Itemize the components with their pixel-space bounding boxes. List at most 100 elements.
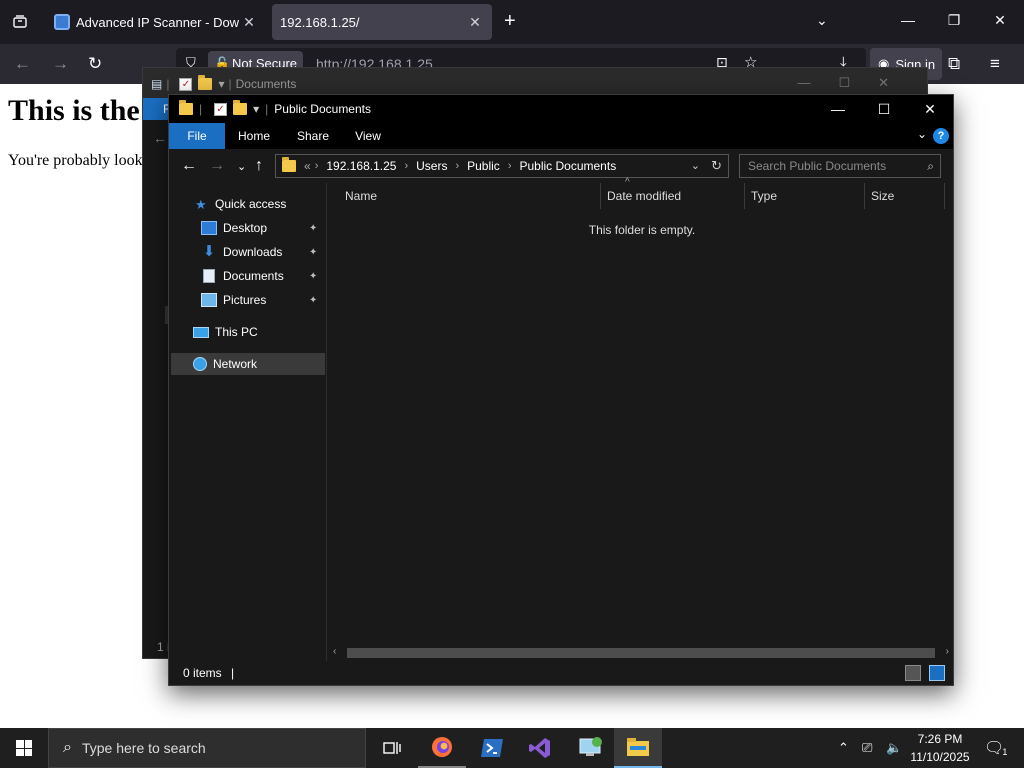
back-icon[interactable]: ← — [14, 54, 31, 74]
nav-label: Documents — [223, 269, 284, 283]
large-icons-view-icon[interactable] — [929, 665, 945, 681]
nav-item-quick-access[interactable]: ★ Quick access — [195, 193, 286, 215]
properties-icon[interactable]: ✓ — [214, 102, 228, 116]
extensions-icon[interactable]: ⧉ — [948, 54, 960, 74]
close-window-icon[interactable]: ✕ — [990, 12, 1010, 29]
browser-tab-active[interactable]: 192.168.1.25/ ✕ — [272, 4, 492, 40]
explorer-window-public-documents[interactable]: | ✓ ▾ | Public Documents — ☐ ✕ File Home… — [168, 94, 954, 686]
up-icon[interactable]: ↑ — [255, 157, 263, 175]
file-explorer-icon[interactable] — [614, 728, 662, 768]
help-icon[interactable]: ? — [933, 128, 949, 144]
network-icon — [193, 357, 207, 371]
nav-label: Desktop — [223, 221, 268, 235]
qa-dropdown-icon[interactable]: ▾ — [253, 102, 259, 116]
expand-ribbon-icon[interactable]: ⌄ — [917, 127, 927, 141]
minimize-icon[interactable]: — — [898, 12, 918, 28]
breadcrumb-public[interactable]: Public — [467, 159, 500, 173]
show-hidden-icons-icon[interactable]: ⌃ — [838, 728, 849, 768]
maximize-icon[interactable]: ☐ — [861, 95, 907, 123]
document-icon — [203, 269, 215, 283]
properties-icon[interactable]: ✓ — [179, 77, 193, 91]
folder-icon — [179, 100, 193, 115]
list-all-tabs-icon[interactable]: ⌄ — [816, 12, 828, 29]
browser-tab-ip-scanner[interactable]: Advanced IP Scanner - Downlo ✕ — [46, 4, 266, 40]
address-row: ← → ⌄ ↑ « › 192.168.1.25 › Users › Publi… — [169, 149, 953, 183]
restore-icon[interactable]: ❐ — [944, 12, 964, 29]
reload-icon[interactable]: ↻ — [88, 54, 102, 74]
column-header-name[interactable]: Name — [339, 183, 601, 209]
page-paragraph: You're probably look — [8, 152, 143, 169]
details-view-icon[interactable] — [905, 665, 921, 681]
window-title: Documents — [235, 77, 297, 91]
nav-item-desktop[interactable]: Desktop ✦ — [201, 217, 327, 239]
column-header-type[interactable]: Type — [745, 183, 865, 209]
taskbar: ⌕ Type here to search ⌃ ⎚ 🔈 7:26 PM 11/1… — [0, 728, 1024, 768]
pin-icon[interactable]: ✦ — [309, 295, 317, 306]
browser-tab-bar: Advanced IP Scanner - Downlo ✕ 192.168.1… — [0, 0, 1024, 44]
network-status-icon[interactable]: ⎚ — [862, 728, 872, 768]
network-scanner-icon[interactable] — [566, 728, 614, 768]
forward-icon[interactable]: → — [52, 54, 69, 74]
column-header-date-modified[interactable]: Date modified — [601, 183, 745, 209]
status-bar: 0 items | — [169, 661, 953, 685]
window-controls[interactable]: —☐✕ — [797, 75, 917, 91]
visual-studio-icon[interactable] — [516, 728, 564, 768]
file-list[interactable]: ^ Name Date modified Type Size This fold… — [329, 177, 953, 661]
new-tab-icon[interactable]: + — [504, 10, 516, 33]
close-icon[interactable]: ✕ — [907, 95, 953, 123]
back-icon[interactable]: ← — [181, 157, 197, 175]
new-folder-icon[interactable] — [233, 100, 248, 115]
ribbon-tab-home[interactable]: Home — [227, 123, 281, 149]
close-tab-icon[interactable]: ✕ — [466, 14, 484, 31]
firefox-icon[interactable] — [418, 728, 466, 768]
pin-icon[interactable]: ✦ — [309, 247, 317, 258]
pin-icon[interactable]: ✦ — [309, 271, 317, 282]
nav-item-this-pc[interactable]: This PC — [193, 321, 258, 343]
address-dropdown-icon[interactable]: ⌄ — [691, 159, 700, 172]
new-folder-icon[interactable] — [198, 75, 213, 90]
star-icon: ★ — [195, 197, 207, 212]
nav-label: This PC — [215, 325, 258, 339]
refresh-icon[interactable]: ↻ — [711, 158, 722, 174]
taskbar-search[interactable]: ⌕ Type here to search — [48, 728, 366, 768]
nav-item-downloads[interactable]: ⬇ Downloads ✦ — [201, 241, 327, 263]
column-header-size[interactable]: Size — [865, 183, 945, 209]
nav-item-network[interactable]: Network — [171, 353, 325, 375]
menu-icon[interactable]: ≡ — [990, 54, 1000, 74]
scroll-right-icon[interactable]: › — [946, 646, 949, 657]
qa-dropdown-icon[interactable]: ▾ — [218, 77, 224, 91]
task-view-icon[interactable] — [368, 728, 416, 768]
ribbon-tab-share[interactable]: Share — [285, 123, 341, 149]
breadcrumb-users[interactable]: Users — [416, 159, 447, 173]
start-button[interactable] — [0, 728, 48, 768]
forward-icon[interactable]: → — [209, 157, 225, 175]
powershell-icon[interactable] — [468, 728, 516, 768]
ribbon-tab-view[interactable]: View — [343, 123, 393, 149]
computer-icon — [193, 326, 209, 338]
nav-item-documents[interactable]: Documents ✦ — [201, 265, 327, 287]
document-icon: ▤ — [151, 77, 163, 91]
notification-center-icon[interactable]: 🗨 1 — [984, 728, 1007, 768]
nav-item-pictures[interactable]: Pictures ✦ — [201, 289, 327, 311]
close-tab-icon[interactable]: ✕ — [240, 14, 258, 31]
ribbon-tab-file[interactable]: File — [169, 123, 225, 149]
clock[interactable]: 7:26 PM 11/10/2025 — [900, 730, 980, 766]
download-arrow-icon: ⬇ — [202, 243, 216, 260]
address-bar[interactable]: « › 192.168.1.25 › Users › Public › Publ… — [275, 154, 729, 178]
search-input[interactable]: Search Public Documents ⌕ — [739, 154, 941, 178]
pin-icon[interactable]: ✦ — [309, 223, 317, 234]
title-bar: | ✓ ▾ | Public Documents — ☐ ✕ — [169, 95, 953, 123]
scrollbar-thumb[interactable] — [347, 648, 935, 658]
overflow-icon[interactable]: « — [304, 159, 311, 173]
back-icon[interactable]: ← — [153, 130, 167, 146]
desktop-icon — [201, 221, 217, 235]
horizontal-scrollbar[interactable]: ‹ › — [329, 645, 953, 661]
minimize-icon[interactable]: — — [815, 95, 861, 123]
recent-locations-icon[interactable]: ⌄ — [237, 160, 246, 173]
breadcrumb-public-documents[interactable]: Public Documents — [519, 159, 616, 173]
tab-overview-icon[interactable] — [0, 0, 40, 44]
ribbon-tabs: File Home Share View ⌄ ? — [169, 123, 953, 149]
scroll-left-icon[interactable]: ‹ — [333, 646, 336, 657]
breadcrumb-host[interactable]: 192.168.1.25 — [326, 159, 396, 173]
clock-time: 7:26 PM — [917, 732, 963, 746]
